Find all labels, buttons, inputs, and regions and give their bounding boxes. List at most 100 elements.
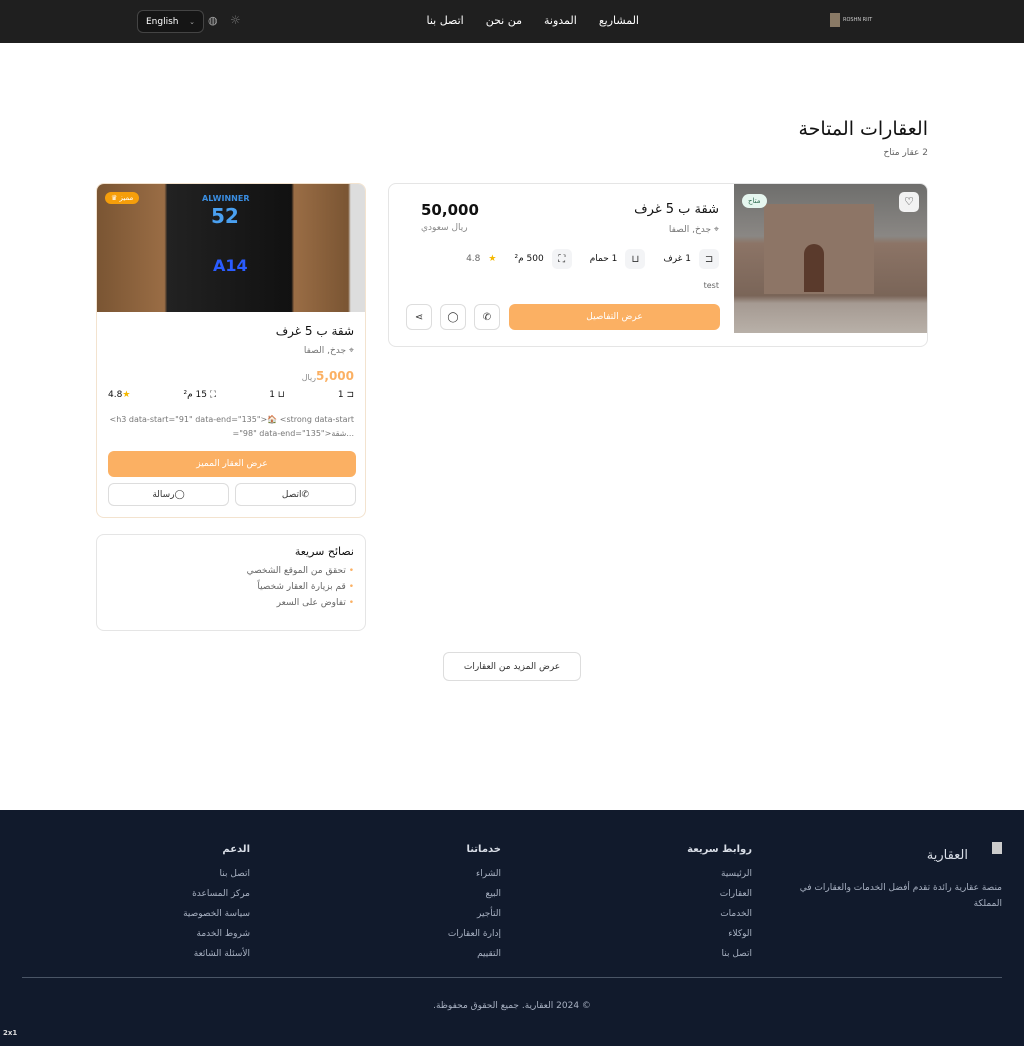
property-description: test [703, 281, 719, 290]
favorite-heart-icon[interactable]: ♡ [899, 192, 919, 212]
page-title: العقارات المتاحة [798, 118, 928, 140]
footer-link[interactable]: اتصل بنا [687, 949, 752, 959]
column-title: روابط سريعة [687, 844, 752, 855]
footer-link[interactable]: الرئيسية [687, 869, 752, 879]
image-text: A14 [213, 256, 248, 275]
footer-logo-image [992, 842, 1002, 854]
rooms: ⊏ 1 [338, 390, 354, 400]
main-nav: المشاريع المدونة من نحن اتصل بنا [404, 14, 639, 27]
footer-link[interactable]: الأسئلة الشائعة [183, 949, 250, 959]
view-details-button[interactable]: عرض التفاصيل [509, 304, 720, 330]
footer-link[interactable]: الخدمات [687, 909, 752, 919]
footer-link[interactable]: الشراء [448, 869, 501, 879]
bed-icon: ⊏ [343, 390, 354, 400]
tip-item: • قم بزيارة العقار شخصياً [257, 582, 354, 592]
footer-link[interactable]: اتصل بنا [183, 869, 250, 879]
rating-value: 4.8 [466, 254, 481, 264]
star-icon: ★ [122, 390, 131, 400]
view-featured-button[interactable]: عرض العقار المميز [108, 451, 356, 477]
rating: ★4.8 [108, 390, 130, 400]
bed-icon: ⊏ [699, 249, 719, 269]
featured-price: 5,000ريال [302, 365, 354, 384]
globe-icon[interactable]: ◍ [208, 14, 218, 27]
footer-link[interactable]: شروط الخدمة [183, 929, 250, 939]
location-text: جدخ, الصفا [303, 346, 347, 356]
featured-location: ⌖ جدخ, الصفا [304, 346, 354, 356]
currency: ريال [301, 373, 317, 382]
featured-title: شقة ب 5 غرف [275, 324, 354, 338]
tip-text: تفاوض على السعر [276, 598, 346, 608]
site-logo[interactable]: ROSHN RIIT [830, 13, 872, 27]
featured-features: ⊏ 1 ⊔ 1 ⛶ 15 م² ★4.8 [108, 390, 354, 400]
tips-title: نصائح سريعة [294, 545, 354, 558]
nav-blog[interactable]: المدونة [544, 14, 577, 27]
tip-text: قم بزيارة العقار شخصياً [257, 582, 346, 592]
share-button[interactable]: ⋖ [406, 304, 432, 330]
property-price: 50,000 [421, 201, 479, 219]
featured-description: <h3 data-start="91" data-end="135">🏠 <st… [109, 415, 355, 438]
footer-brand: العقارية [926, 848, 968, 863]
footer-link[interactable]: مركز المساعدة [183, 889, 250, 899]
message-label: رسالة [152, 489, 175, 500]
theme-toggle-sun-icon[interactable]: ☼ [230, 13, 241, 27]
footer-quick-links: روابط سريعة الرئيسية العقارات الخدمات ال… [687, 844, 752, 969]
featured-message-button[interactable]: ◯ رسالة [108, 483, 229, 506]
property-title: شقة ب 5 غرف [634, 202, 719, 217]
nav-about[interactable]: من نحن [486, 14, 522, 27]
footer-services: خدماتنا الشراء البيع التأجير إدارة العقا… [448, 844, 501, 969]
footer-link[interactable]: العقارات [687, 889, 752, 899]
tip-item: • تحقق من الموقع الشخصي [246, 566, 354, 576]
bath-icon: ⊔ [274, 390, 285, 400]
chat-bubble-icon: ◯ [447, 311, 459, 323]
property-card: متاح ♡ شقة ب 5 غرف ⌖ جدخ, الصفا 50,000 ر… [388, 183, 928, 347]
crown-icon: ♛ [111, 194, 120, 202]
property-location: ⌖ جدخ, الصفا [669, 225, 719, 235]
message-button[interactable]: ◯ [440, 304, 466, 330]
tip-item: • تفاوض على السعر [276, 598, 354, 608]
nav-contact[interactable]: اتصل بنا [426, 14, 463, 27]
featured-property-card: ALWINNER 52 A14 ♛ مميز شقة ب 5 غرف ⌖ جدخ… [96, 183, 366, 518]
footer-link[interactable]: إدارة العقارات [448, 929, 501, 939]
featured-call-button[interactable]: ✆ اتصل [235, 483, 356, 506]
price-value: 5,000 [316, 369, 354, 383]
footer: العقارية منصة عقارية رائدة تقدم أفضل الخ… [0, 810, 1024, 1046]
call-button[interactable]: ✆ [474, 304, 500, 330]
language-select[interactable]: English ⌄ [137, 10, 204, 33]
chevron-down-icon: ⌄ [189, 17, 195, 26]
rating-value: 4.8 [108, 390, 123, 400]
area-expand-icon: ⛶ [551, 249, 572, 269]
price-currency: ريال سعودي [421, 223, 468, 233]
footer-link[interactable]: البيع [448, 889, 501, 899]
baths: ⊔ 1 [269, 390, 285, 400]
location-pin-icon: ⌖ [711, 225, 719, 235]
area-expand-icon: ⛶ [206, 390, 217, 400]
image-text: ALWINNER [202, 194, 250, 203]
area-value: 15 م² [183, 390, 207, 400]
footer-link[interactable]: سياسة الخصوصية [183, 909, 250, 919]
quick-tips-card: نصائح سريعة • تحقق من الموقع الشخصي • قم… [96, 534, 366, 631]
property-image[interactable]: متاح ♡ [734, 184, 927, 333]
top-navbar: English ⌄ ◍ ☼ المشاريع المدونة من نحن اتص… [0, 0, 1024, 43]
tip-text: تحقق من الموقع الشخصي [246, 566, 346, 576]
property-features: ⊏ 1 غرف ⊔ 1 حمام ⛶ 500 م² ★ 4.8 [466, 249, 719, 269]
area: ⛶ 15 م² [183, 390, 216, 400]
load-more-button[interactable]: عرض المزيد من العقارات [443, 652, 581, 681]
area-value: 500 م² [514, 254, 544, 264]
column-title: الدعم [222, 844, 250, 855]
results-count: 2 عقار متاح [883, 148, 928, 158]
featured-image[interactable]: ALWINNER 52 A14 ♛ مميز [97, 184, 365, 312]
phone-icon: ✆ [301, 489, 310, 500]
chat-bubble-icon: ◯ [174, 489, 185, 500]
location-pin-icon: ⌖ [346, 346, 354, 356]
nav-projects[interactable]: المشاريع [599, 14, 639, 27]
footer-link[interactable]: التأجير [448, 909, 501, 919]
call-label: اتصل [281, 489, 302, 500]
footer-link[interactable]: الوكلاء [687, 929, 752, 939]
footer-link[interactable]: التقييم [448, 949, 501, 959]
rooms-value: 1 غرف [663, 254, 691, 264]
featured-badge: ♛ مميز [105, 192, 140, 204]
corner-badge: 2x1 [3, 1029, 18, 1037]
featured-badge-text: مميز [119, 194, 134, 202]
phone-icon: ✆ [482, 311, 492, 323]
bath-icon: ⊔ [625, 249, 646, 269]
